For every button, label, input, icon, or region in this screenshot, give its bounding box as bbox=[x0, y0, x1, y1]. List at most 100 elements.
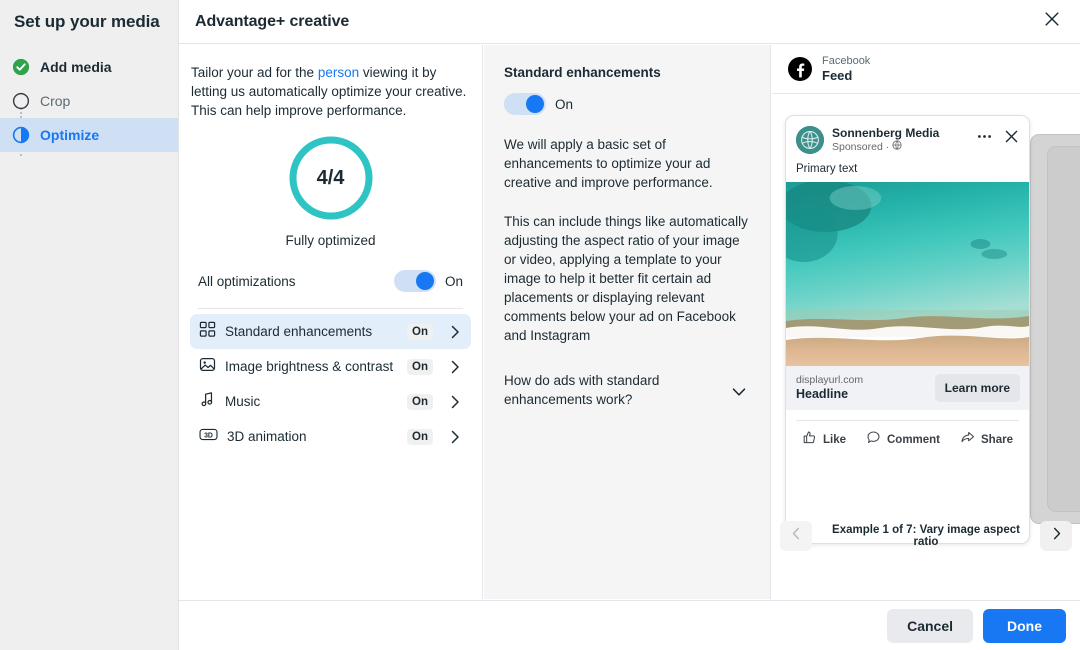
optimization-item-state: On bbox=[407, 428, 433, 445]
ad-sponsored-label: Sponsored bbox=[832, 140, 883, 153]
facebook-icon bbox=[788, 57, 812, 81]
faq-accordion[interactable]: How do ads with standard enhancements wo… bbox=[504, 371, 748, 409]
standard-enhancements-toggle-state: On bbox=[555, 96, 574, 112]
toggle-knob bbox=[415, 272, 434, 290]
detail-paragraph-1: We will apply a basic set of enhancement… bbox=[504, 137, 713, 190]
comment-icon bbox=[866, 430, 881, 450]
ad-share-button[interactable]: Share bbox=[960, 430, 1013, 450]
faq-question: How do ads with standard enhancements wo… bbox=[504, 373, 660, 407]
sidebar-step-optimize[interactable]: Optimize bbox=[0, 118, 178, 152]
chevron-down-icon bbox=[730, 383, 748, 401]
ad-primary-text: Primary text bbox=[796, 163, 858, 175]
learn-more-button[interactable]: Learn more bbox=[934, 374, 1020, 402]
ad-like-button[interactable]: Like bbox=[802, 430, 846, 450]
ad-page-name: Sonnenberg Media bbox=[832, 126, 940, 140]
optimization-item-music[interactable]: Music On bbox=[190, 384, 471, 419]
preview-example-caption: Example 1 of 7: Vary image aspect ratio bbox=[832, 524, 1020, 548]
svg-text:3D: 3D bbox=[204, 432, 213, 439]
dialog-footer: Cancel Done bbox=[179, 600, 1080, 650]
optimization-item-state: On bbox=[407, 393, 433, 410]
optimization-item-state: On bbox=[407, 358, 433, 375]
advantage-plus-creative-dialog: Set up your media Add media Crop Optimiz… bbox=[0, 0, 1080, 650]
standard-enhancements-toggle[interactable] bbox=[504, 93, 546, 115]
sidebar-step-label: Crop bbox=[40, 93, 71, 109]
optimization-item-state: On bbox=[407, 323, 433, 340]
ad-footer-actions: Like Comment Share bbox=[786, 421, 1029, 460]
close-icon[interactable] bbox=[1003, 128, 1020, 150]
grid-icon bbox=[199, 321, 216, 343]
optimization-item-standard-enhancements[interactable]: Standard enhancements On bbox=[190, 314, 471, 349]
ad-comment-button[interactable]: Comment bbox=[866, 430, 940, 450]
optimize-intro: Tailor your ad for the person viewing it… bbox=[190, 63, 471, 120]
thumbs-up-icon bbox=[802, 430, 817, 450]
ad-cta-bar: displayurl.com Headline Learn more bbox=[786, 366, 1029, 410]
ad-headline: Headline bbox=[796, 387, 849, 401]
ad-action-label: Comment bbox=[886, 434, 941, 446]
ad-sponsored-row: Sponsored · bbox=[832, 140, 939, 154]
half-circle-icon bbox=[12, 126, 30, 144]
optimization-item-label: Image brightness & contrast bbox=[225, 359, 394, 374]
ad-display-url: displayurl.com bbox=[796, 374, 864, 386]
dialog-header: Advantage+ creative bbox=[179, 0, 1080, 44]
ad-action-label: Share bbox=[981, 434, 1013, 446]
ad-header-actions bbox=[976, 126, 1020, 150]
image-icon bbox=[199, 356, 216, 378]
sidebar-step-add-media[interactable]: Add media bbox=[0, 50, 178, 84]
intro-text-before: Tailor your ad for the bbox=[191, 65, 318, 80]
close-icon bbox=[1043, 10, 1061, 33]
ad-header: Sonnenberg Media Sponsored · bbox=[786, 116, 1029, 154]
preview-ghost-card bbox=[1047, 146, 1080, 512]
preview-platform: Facebook bbox=[822, 55, 871, 67]
preview-placement: Feed bbox=[822, 68, 853, 83]
chevron-right-icon bbox=[447, 429, 463, 445]
preview-stage: Sonnenberg Media Sponsored · Primary tex… bbox=[772, 94, 1080, 557]
person-link[interactable]: person bbox=[318, 65, 359, 80]
step-list: Add media Crop Optimize bbox=[0, 50, 178, 156]
detail-paragraph-2: This can include things like automatical… bbox=[504, 214, 748, 343]
panel-divider bbox=[198, 308, 463, 309]
optimization-item-label: 3D animation bbox=[227, 429, 307, 444]
optimization-item-3d-animation[interactable]: 3D 3D animation On bbox=[190, 419, 471, 454]
score-ring: 4/4 bbox=[287, 134, 375, 222]
music-note-icon bbox=[199, 391, 216, 413]
chevron-right-icon bbox=[447, 394, 463, 410]
ad-creative-image bbox=[786, 180, 1029, 366]
ad-separator-dot: · bbox=[885, 140, 890, 153]
all-optimizations-state: On bbox=[444, 273, 463, 289]
optimization-item-label: Standard enhancements bbox=[225, 324, 373, 339]
detail-toggle-row: On bbox=[504, 93, 748, 115]
empty-circle-icon bbox=[12, 92, 30, 110]
sidebar-step-label: Optimize bbox=[40, 127, 100, 143]
preview-placement-header: Facebook Feed bbox=[772, 45, 1080, 94]
toggle-knob bbox=[526, 95, 544, 113]
sidebar-step-label: Add media bbox=[40, 59, 112, 75]
optimization-item-image-brightness-contrast[interactable]: Image brightness & contrast On bbox=[190, 349, 471, 384]
preview-prev-button[interactable] bbox=[780, 521, 812, 551]
ad-action-label: Like bbox=[822, 434, 846, 446]
standard-enhancements-detail-panel: Standard enhancements On We will apply a… bbox=[484, 45, 771, 599]
cancel-button[interactable]: Cancel bbox=[887, 608, 973, 643]
ellipsis-icon[interactable] bbox=[976, 128, 993, 150]
close-dialog-button[interactable] bbox=[1038, 8, 1066, 36]
setup-sidebar: Set up your media Add media Crop Optimiz… bbox=[0, 0, 179, 650]
chevron-right-icon bbox=[447, 359, 463, 375]
check-circle-icon bbox=[12, 58, 30, 76]
detail-title: Standard enhancements bbox=[504, 65, 661, 80]
chevron-left-icon bbox=[789, 526, 804, 546]
preview-navigation: Example 1 of 7: Vary image aspect ratio bbox=[772, 515, 1080, 557]
page-title: Advantage+ creative bbox=[195, 12, 350, 30]
all-optimizations-toggle[interactable] bbox=[393, 270, 436, 292]
sidebar-title: Set up your media bbox=[14, 12, 160, 31]
all-optimizations-row: All optimizations On bbox=[190, 266, 471, 296]
preview-next-button[interactable] bbox=[1040, 521, 1072, 551]
optimization-score: 4/4 Fully optimized bbox=[190, 134, 471, 248]
score-value: 4/4 bbox=[316, 166, 345, 189]
optimization-item-label: Music bbox=[225, 394, 261, 409]
chevron-right-icon bbox=[447, 324, 463, 340]
done-button[interactable]: Done bbox=[983, 608, 1066, 643]
share-icon bbox=[960, 430, 975, 450]
sidebar-step-crop[interactable]: Crop bbox=[0, 84, 178, 118]
ad-preview-panel: Facebook Feed Sonnenberg Media Sponsored… bbox=[772, 45, 1080, 599]
score-caption: Fully optimized bbox=[285, 233, 376, 248]
avatar bbox=[796, 126, 824, 154]
